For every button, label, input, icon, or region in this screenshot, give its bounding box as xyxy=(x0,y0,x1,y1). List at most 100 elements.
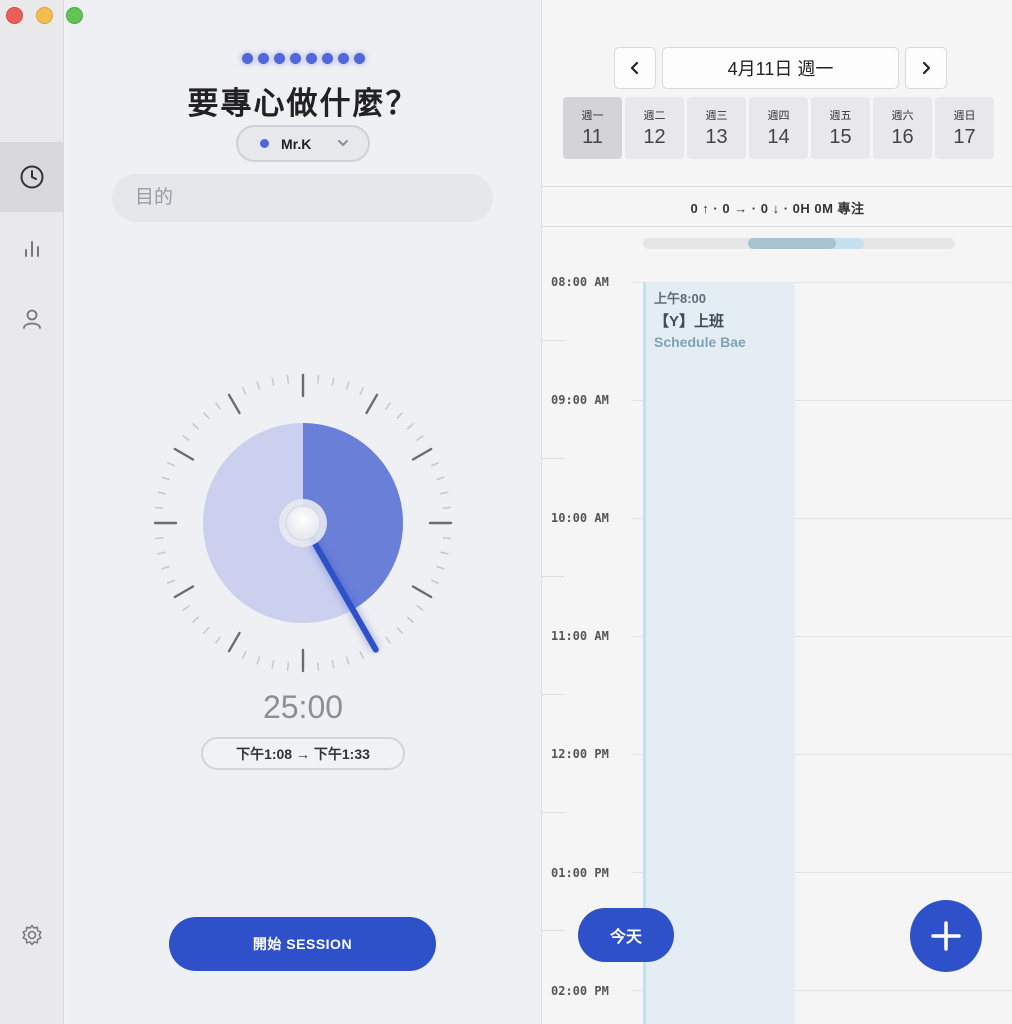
dial-minor-tick xyxy=(182,435,190,441)
dial-major-tick xyxy=(227,631,241,653)
dial-minor-tick xyxy=(271,660,275,669)
current-date-label[interactable]: 4月11日 週一 xyxy=(662,47,899,89)
dial-minor-tick xyxy=(406,616,414,623)
half-hour-line xyxy=(542,458,564,459)
purpose-input[interactable] xyxy=(112,174,493,222)
timeline-scroller[interactable] xyxy=(643,238,955,249)
dial-minor-tick xyxy=(442,536,451,540)
close-window-button[interactable] xyxy=(6,7,23,24)
dial-minor-tick xyxy=(161,565,170,570)
session-dot xyxy=(321,53,333,64)
hour-label: 11:00 AM xyxy=(551,629,609,643)
dial-minor-tick xyxy=(345,656,350,665)
person-icon xyxy=(23,309,41,329)
minimize-window-button[interactable] xyxy=(36,7,53,24)
session-dot xyxy=(353,53,365,64)
next-day-button[interactable] xyxy=(905,47,947,89)
day-name: 週四 xyxy=(767,110,790,122)
hour-label: 01:00 PM xyxy=(551,866,609,880)
day-name: 週六 xyxy=(891,110,914,122)
dial-minor-tick xyxy=(256,656,261,665)
day-thursday[interactable]: 週四 14 xyxy=(749,97,808,159)
dial-minor-tick xyxy=(192,616,200,623)
dial-minor-tick xyxy=(436,476,445,481)
half-hour-line xyxy=(542,576,564,577)
scroller-thumb[interactable] xyxy=(748,238,836,249)
sidebar-item-stats[interactable] xyxy=(0,214,64,284)
zoom-window-button[interactable] xyxy=(66,7,83,24)
gear-icon xyxy=(22,924,42,946)
hour-label: 08:00 AM xyxy=(551,275,609,289)
dial-minor-tick xyxy=(215,402,221,410)
dial-minor-tick xyxy=(440,491,449,495)
day-monday[interactable]: 週一 11 xyxy=(563,97,622,159)
sidebar-item-profile[interactable] xyxy=(0,284,64,354)
start-session-button[interactable]: 開始 SESSION xyxy=(169,917,436,971)
dial-minor-tick xyxy=(182,605,190,611)
focus-title: 要專心做什麼？ xyxy=(187,86,419,121)
dial-minor-tick xyxy=(416,435,424,441)
dial-minor-tick xyxy=(406,423,414,430)
hour-label: 12:00 PM xyxy=(551,747,609,761)
event-calendar-name: Schedule Bae xyxy=(654,334,746,350)
day-friday[interactable]: 週五 15 xyxy=(811,97,870,159)
today-button[interactable]: 今天 xyxy=(578,908,674,962)
calendar-panel: 4月11日 週一 週一 11 週二 12 週三 13 週四 14 週五 15 週… xyxy=(541,0,1012,1024)
date-navigator: 4月11日 週一 xyxy=(614,47,947,89)
sidebar-item-settings[interactable] xyxy=(0,900,64,970)
dial-minor-tick xyxy=(166,462,175,467)
event-title: 【Y】上班 xyxy=(654,313,725,330)
dial-knob[interactable] xyxy=(285,505,321,541)
day-number: 15 xyxy=(829,126,852,148)
prev-day-button[interactable] xyxy=(614,47,656,89)
dial-major-tick xyxy=(411,447,433,461)
event-time: 上午8:00 xyxy=(654,291,707,306)
session-dot xyxy=(337,53,349,64)
week-strip: 週一 11 週二 12 週三 13 週四 14 週五 15 週六 16 週日 1… xyxy=(563,97,994,159)
dial-minor-tick xyxy=(440,551,449,555)
dial-minor-tick xyxy=(157,491,166,495)
sidebar-item-timer[interactable] xyxy=(0,142,64,212)
dial-minor-tick xyxy=(436,565,445,570)
half-hour-line xyxy=(542,694,564,695)
divider xyxy=(542,226,1012,227)
dial-minor-tick xyxy=(385,402,391,410)
session-dot xyxy=(241,53,253,64)
timer-dial[interactable] xyxy=(148,368,458,678)
dial-minor-tick xyxy=(385,636,391,644)
day-sunday[interactable]: 週日 17 xyxy=(935,97,994,159)
day-name: 週一 xyxy=(581,110,604,122)
dial-minor-tick xyxy=(442,506,451,510)
half-hour-line xyxy=(542,812,564,813)
session-time-range: 下午1:08 → 下午1:33 xyxy=(201,737,405,770)
calendar-event[interactable]: 上午8:00 【Y】上班 Schedule Bae xyxy=(643,282,795,1024)
dial-minor-tick xyxy=(396,626,403,634)
add-event-button[interactable] xyxy=(910,900,982,972)
hour-label: 02:00 PM xyxy=(551,984,609,998)
day-saturday[interactable]: 週六 16 xyxy=(873,97,932,159)
half-hour-line xyxy=(542,930,564,931)
project-selector[interactable]: Mr.K xyxy=(236,125,370,162)
dial-minor-tick xyxy=(203,626,210,634)
day-tuesday[interactable]: 週二 12 xyxy=(625,97,684,159)
bar-chart-icon xyxy=(25,241,39,257)
dial-minor-tick xyxy=(215,636,221,644)
dial-minor-tick xyxy=(242,386,247,395)
day-number: 13 xyxy=(705,126,728,148)
dial-minor-tick xyxy=(203,412,210,420)
sidebar xyxy=(0,0,64,1024)
dial-major-tick xyxy=(411,585,433,599)
dial-minor-tick xyxy=(242,651,247,660)
day-number: 11 xyxy=(582,126,603,148)
day-number: 16 xyxy=(891,126,914,148)
session-dot xyxy=(289,53,301,64)
chevron-down-icon xyxy=(338,140,348,147)
dial-minor-tick xyxy=(316,375,320,384)
day-wednesday[interactable]: 週三 13 xyxy=(687,97,746,159)
dial-minor-tick xyxy=(431,462,440,467)
window-controls xyxy=(6,7,83,24)
dial-minor-tick xyxy=(331,660,335,669)
day-number: 14 xyxy=(767,126,790,148)
dial-minor-tick xyxy=(286,662,290,671)
day-name: 週五 xyxy=(829,110,852,122)
